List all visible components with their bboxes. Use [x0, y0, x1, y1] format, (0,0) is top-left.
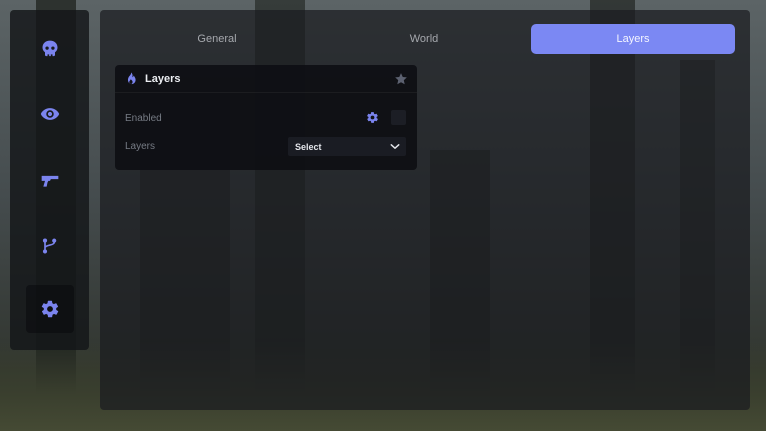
- tab-world[interactable]: World: [365, 24, 483, 54]
- layers-label: Layers: [125, 141, 156, 152]
- gun-icon: [41, 175, 59, 187]
- layers-select-value: Select: [295, 141, 322, 152]
- sidebar-item-misc[interactable]: [26, 222, 74, 270]
- sidebar-item-visuals[interactable]: [26, 25, 74, 73]
- gear-icon: [41, 300, 59, 318]
- enabled-checkbox[interactable]: [391, 110, 406, 125]
- main-panel: General World Layers Layers Enabled Laye…: [100, 10, 750, 410]
- flame-icon: [127, 72, 136, 85]
- tab-layers[interactable]: Layers: [531, 24, 735, 54]
- gear-icon[interactable]: [366, 111, 379, 124]
- enabled-label: Enabled: [125, 113, 162, 124]
- skull-icon: [42, 40, 58, 57]
- tab-bar: General World Layers: [100, 24, 750, 56]
- sidebar-item-settings[interactable]: [26, 285, 74, 333]
- sidebar: [10, 10, 89, 350]
- layers-card: Layers Enabled Layers Select: [115, 65, 417, 170]
- card-title: Layers: [145, 73, 181, 85]
- chevron-down-icon: [390, 144, 400, 149]
- sidebar-item-weapons[interactable]: [26, 156, 74, 204]
- card-header: Layers: [115, 65, 417, 93]
- branch-icon: [42, 238, 57, 254]
- sidebar-item-esp[interactable]: [26, 90, 74, 138]
- eye-icon: [40, 108, 60, 120]
- layers-select[interactable]: Select: [288, 137, 406, 156]
- tab-general[interactable]: General: [158, 24, 276, 54]
- star-icon[interactable]: [394, 72, 408, 86]
